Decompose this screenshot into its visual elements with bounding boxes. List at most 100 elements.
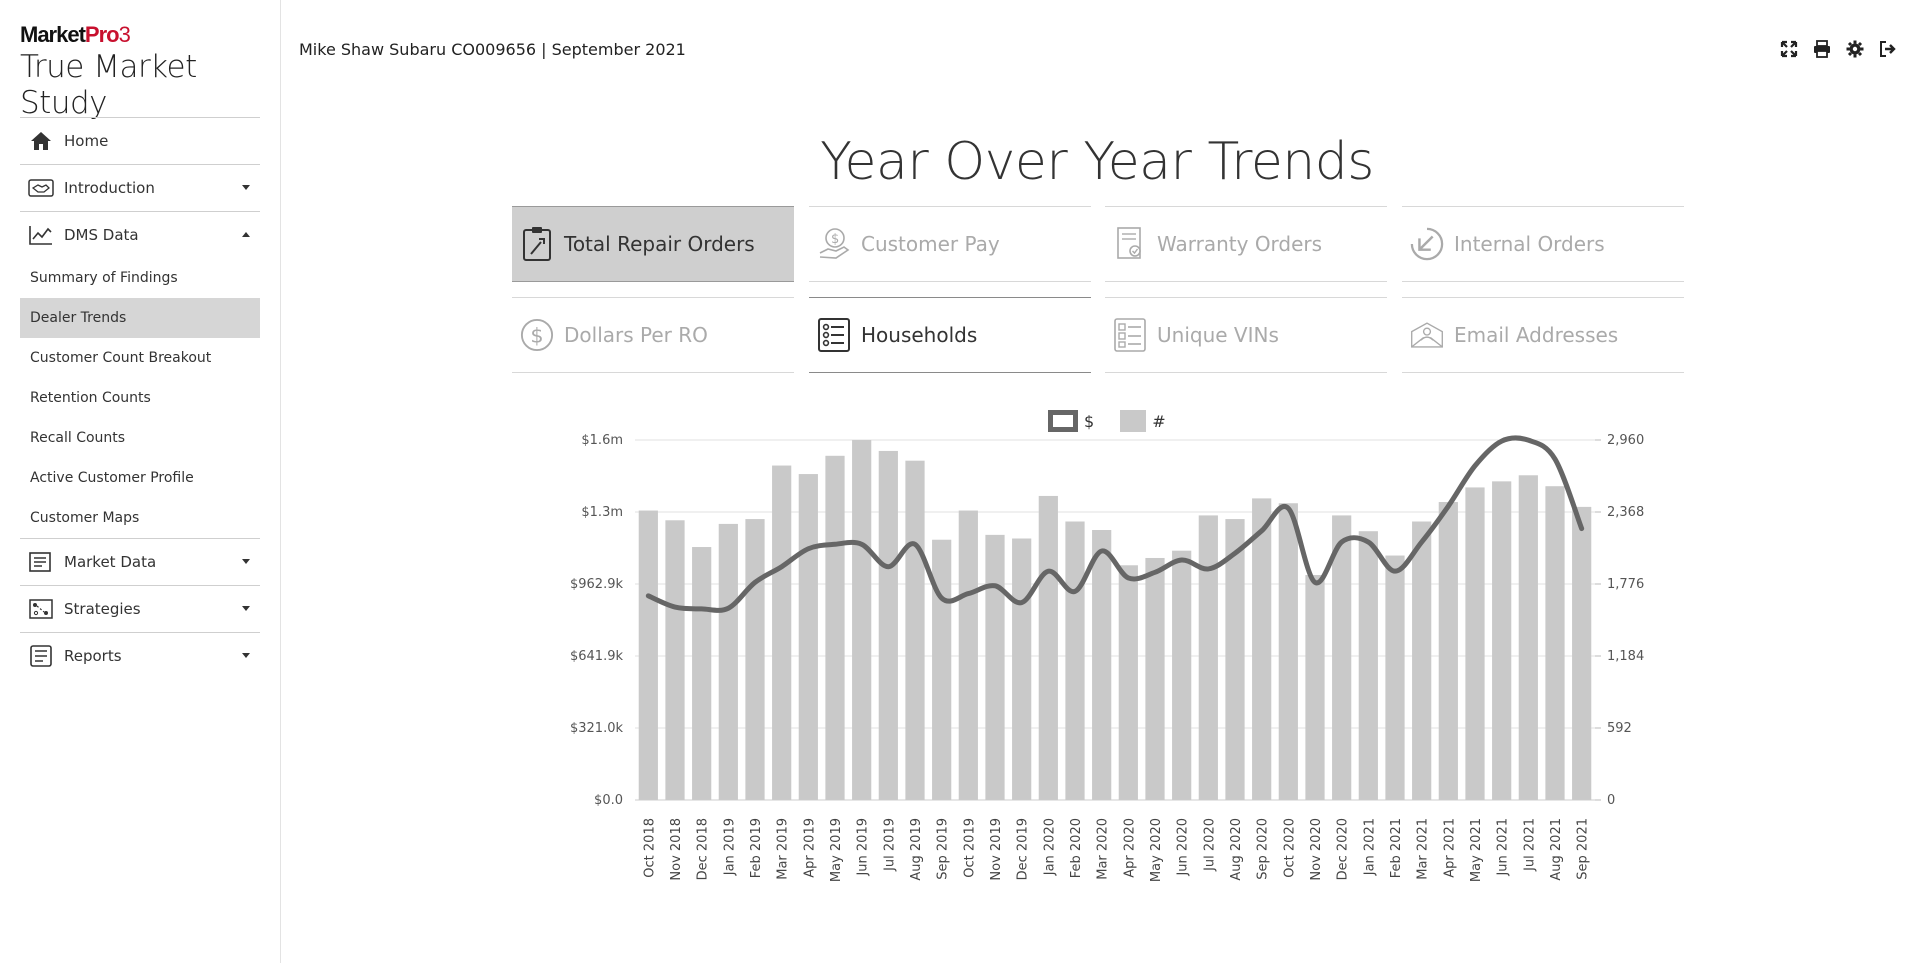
chevron-down-icon[interactable] (242, 653, 250, 658)
chevron-up-icon[interactable] (242, 232, 250, 237)
trend-chart-icon (28, 223, 54, 247)
right-axis-tick-label: 0 (1607, 793, 1615, 808)
chevron-down-icon[interactable] (242, 606, 250, 611)
x-axis-tick-label: Jan 2021 (1362, 818, 1377, 876)
x-axis-tick-label: Mar 2020 (1096, 818, 1111, 880)
certificate-icon (1113, 225, 1147, 263)
chart-bar (798, 474, 818, 800)
sidebar-subitem-active-customer-profile[interactable]: Active Customer Profile (20, 458, 260, 498)
chart-bar (1332, 515, 1352, 800)
dollar-circle-icon: $ (520, 316, 554, 354)
sidebar-item-label: Strategies (64, 600, 141, 618)
sidebar-item-label: DMS Data (64, 226, 139, 244)
sidebar-item-label: Introduction (64, 179, 155, 197)
chart-bar (1038, 495, 1058, 800)
chart-bar (665, 520, 685, 800)
list-icon (817, 316, 851, 354)
sidebar-item-strategies[interactable]: Strategies (20, 585, 260, 632)
x-axis-tick-label: Feb 2019 (749, 818, 764, 878)
brand-version-text: 3 (118, 22, 131, 47)
right-axis-tick-label: 2,960 (1607, 433, 1644, 448)
sidebar-subitem-dealer-trends[interactable]: Dealer Trends (20, 298, 260, 338)
chevron-down-icon[interactable] (242, 559, 250, 564)
left-axis-tick-label: $962.9k (570, 577, 623, 592)
chart-bar (1518, 475, 1538, 800)
sidebar-subitem-customer-count-breakout[interactable]: Customer Count Breakout (20, 338, 260, 378)
tile-label: Email Addresses (1454, 323, 1619, 347)
tile-label: Customer Pay (861, 232, 1000, 256)
app-subtitle: True Market Study (20, 49, 197, 121)
print-icon[interactable] (1811, 38, 1832, 59)
left-axis-tick-label: $1.3m (581, 505, 623, 520)
x-axis-tick-label: May 2021 (1469, 818, 1484, 882)
x-axis-tick-label: Feb 2021 (1389, 818, 1404, 878)
x-axis-tick-label: Aug 2019 (909, 818, 924, 881)
tile-label: Unique VINs (1157, 323, 1279, 347)
tile-internal-orders[interactable]: Internal Orders (1402, 206, 1684, 282)
chart-bar (1438, 502, 1458, 800)
x-axis-tick-label: Jul 2020 (1202, 818, 1217, 872)
envelope-person-icon (1410, 316, 1444, 354)
gear-icon[interactable] (1844, 38, 1865, 59)
x-axis-tick-label: Sep 2020 (1256, 818, 1271, 880)
sidebar-item-market-data[interactable]: Market Data (20, 538, 260, 585)
chart-bar (745, 519, 765, 800)
left-axis-tick-label: $641.9k (570, 649, 623, 664)
chart-bar (772, 465, 792, 800)
chart-bar (1465, 487, 1485, 800)
tile-dollars-per-ro[interactable]: $ Dollars Per RO (512, 297, 794, 373)
x-axis-tick-label: Jun 2020 (1176, 818, 1191, 877)
chart-bar (878, 450, 898, 800)
sidebar-item-label: Home (64, 132, 109, 150)
x-axis-tick-label: Oct 2019 (962, 818, 977, 878)
x-axis-tick-label: Apr 2020 (1122, 818, 1137, 878)
logout-icon[interactable] (1877, 38, 1898, 59)
chart-bar (692, 547, 712, 800)
app-logo[interactable]: MarketPro3 True Market Study (20, 22, 280, 121)
tile-label: Dollars Per RO (564, 323, 708, 347)
fullscreen-icon[interactable] (1778, 38, 1799, 59)
chart-bar (932, 539, 952, 800)
tile-unique-vins[interactable]: Unique VINs (1105, 297, 1387, 373)
chart-bar (1305, 575, 1325, 800)
chart-bar (638, 510, 658, 800)
brand-wordmark: MarketPro3 (20, 22, 280, 48)
sidebar-subitem-summary-of-findings[interactable]: Summary of Findings (20, 258, 260, 298)
chart-bar (1358, 531, 1378, 800)
x-axis-tick-label: Sep 2021 (1576, 818, 1591, 880)
right-axis-tick-label: 1,776 (1607, 577, 1644, 592)
sidebar-item-introduction[interactable]: Introduction (20, 164, 260, 211)
tile-email-addresses[interactable]: Email Addresses (1402, 297, 1684, 373)
x-axis-tick-label: Nov 2020 (1309, 818, 1324, 881)
chart-bar (1118, 565, 1138, 800)
left-axis-tick-label: $321.0k (570, 721, 623, 736)
chart-bar (1572, 506, 1592, 800)
tile-label: Total Repair Orders (564, 232, 755, 256)
sidebar-item-dms-data[interactable]: DMS Data (20, 211, 260, 258)
sidebar-subitem-customer-maps[interactable]: Customer Maps (20, 498, 260, 538)
toolbar (1778, 38, 1898, 59)
sidebar-item-label: Reports (64, 647, 122, 665)
report-icon (28, 644, 54, 668)
right-axis-tick-label: 592 (1607, 721, 1632, 736)
page-header-title: Mike Shaw Subaru CO009656 | September 20… (299, 40, 686, 59)
x-axis-tick-label: Jul 2021 (1522, 818, 1537, 872)
chart-bar (1252, 498, 1272, 800)
tile-warranty-orders[interactable]: Warranty Orders (1105, 206, 1387, 282)
dms-submenu: Summary of Findings Dealer Trends Custom… (20, 258, 260, 538)
hand-dollar-icon: $ (817, 225, 851, 263)
sidebar-item-home[interactable]: Home (20, 117, 260, 164)
tile-customer-pay[interactable]: $ Customer Pay (809, 206, 1091, 282)
sidebar-item-reports[interactable]: Reports (20, 632, 260, 679)
sidebar-subitem-recall-counts[interactable]: Recall Counts (20, 418, 260, 458)
chart-bar (1145, 557, 1165, 800)
chevron-down-icon[interactable] (242, 185, 250, 190)
x-axis-tick-label: Oct 2020 (1282, 818, 1297, 878)
chart-bar (1278, 503, 1298, 800)
sidebar-subitem-retention-counts[interactable]: Retention Counts (20, 378, 260, 418)
tile-total-repair-orders[interactable]: Total Repair Orders (512, 206, 794, 282)
chart-bar (718, 523, 738, 800)
tile-households[interactable]: Households (809, 297, 1091, 373)
x-axis-tick-label: Nov 2019 (989, 818, 1004, 881)
right-axis-tick-label: 1,184 (1607, 649, 1644, 664)
